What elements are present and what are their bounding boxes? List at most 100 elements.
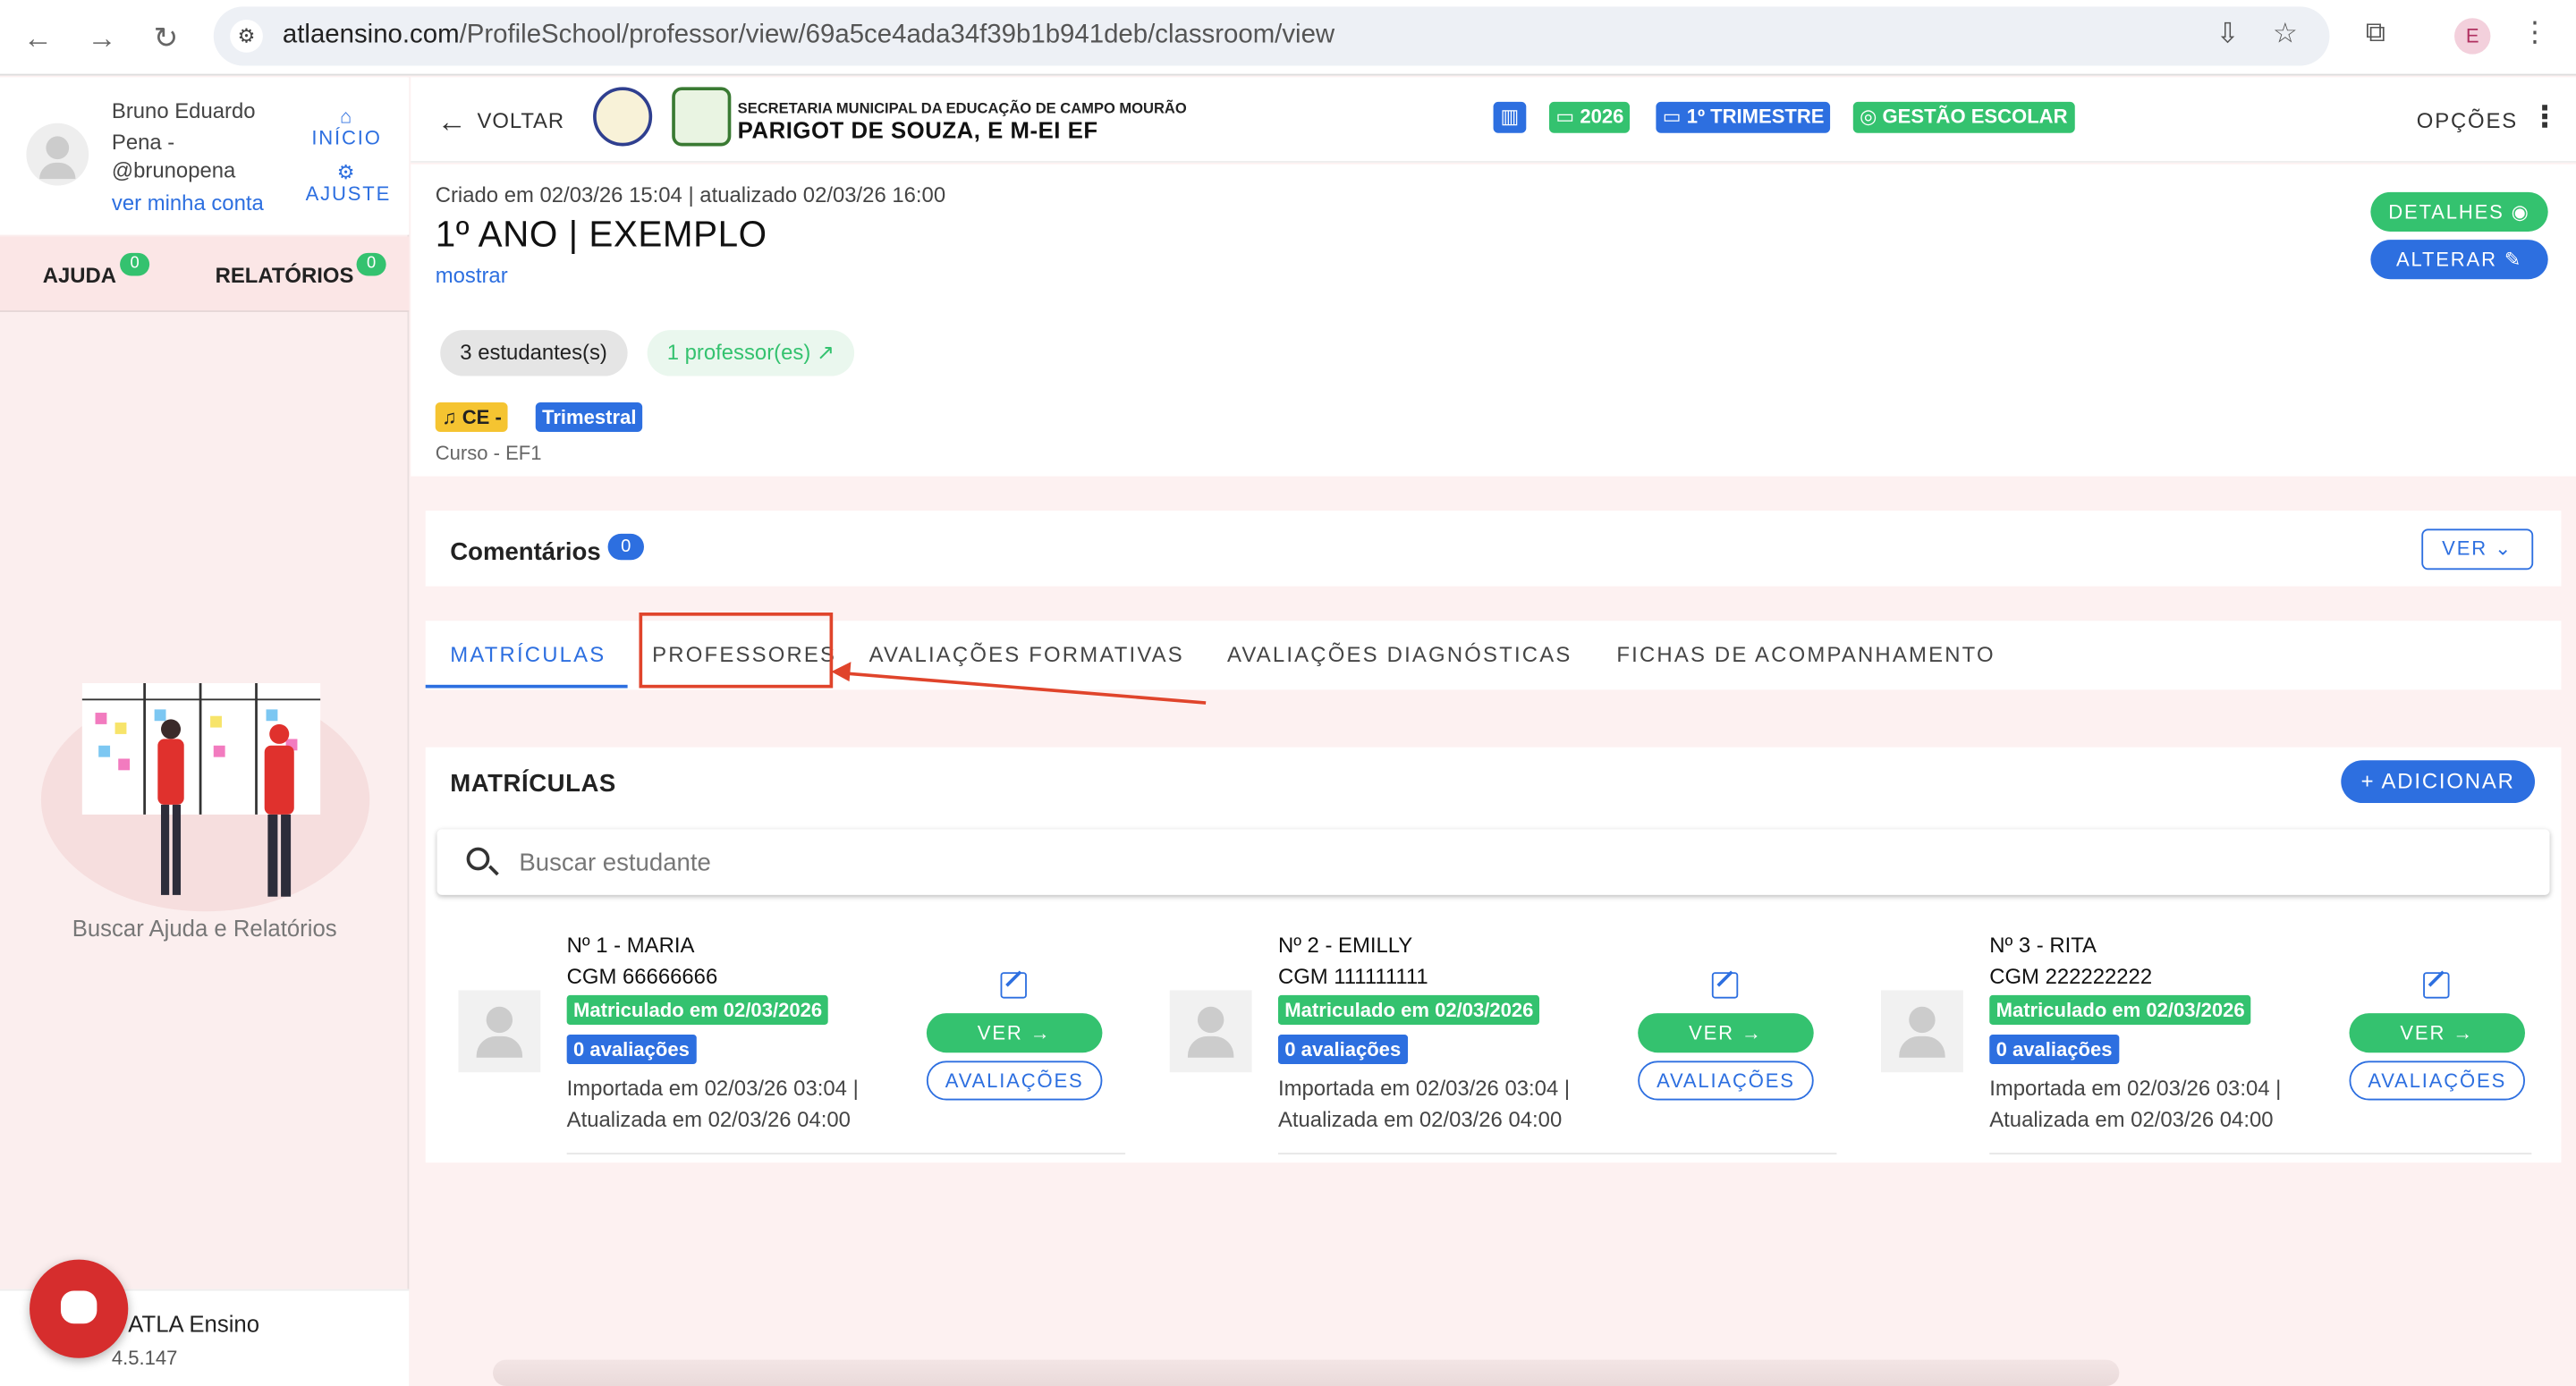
eye-off-icon: ◉ (2511, 200, 2530, 224)
bottom-scroll-shadow (493, 1359, 2120, 1386)
back-label: VOLTAR (477, 108, 565, 133)
view-comments-label: VER (2442, 537, 2488, 561)
reports-count-badge: 0 (356, 252, 386, 276)
comments-section: Comentários 0 VER ⌄ (425, 511, 2562, 587)
term-chip[interactable]: ▭ 1º TRIMESTRE (1656, 101, 1831, 133)
comments-title: Comentários (450, 538, 601, 567)
my-account-link[interactable]: ver minha conta (112, 190, 264, 216)
student-card: Nº 3 - RITA CGM 222222222 Matriculado em… (1848, 928, 2532, 1158)
view-label: VER (977, 1021, 1023, 1045)
view-comments-button[interactable]: VER ⌄ (2421, 528, 2534, 570)
evaluations-count-badge: 0 avaliações (1277, 1034, 1408, 1065)
sidebar-tab-help[interactable]: AJUDA (43, 263, 116, 288)
edit-label: ALTERAR (2395, 248, 2497, 272)
enrollments-title: MATRÍCULAS (450, 770, 616, 799)
enrollments-panel: MATRÍCULAS + ADICIONAR Nº 1 - MARIA CGM … (425, 747, 2562, 1163)
management-chip[interactable]: ◎ GESTÃO ESCOLAR (1852, 101, 2074, 133)
bookmark-star-icon[interactable]: ☆ (2266, 18, 2305, 51)
browser-toolbar: ← → ↻ ⚙ atlaensino.com/ProfileSchool/pro… (0, 0, 2576, 76)
student-evaluations-button[interactable]: AVALIAÇÕES (926, 1061, 1103, 1101)
enrollment-status-badge: Matriculado em 02/03/2026 (566, 994, 829, 1025)
evaluations-count-badge: 0 avaliações (566, 1034, 697, 1065)
student-name: Nº 3 - RITA (1989, 933, 2097, 958)
settings-label: AJUSTE (305, 182, 392, 206)
students-count-pill[interactable]: 3 estudantes(s) (440, 330, 627, 376)
arrow-right-icon: → (1741, 1021, 1763, 1045)
year-chip[interactable]: ▭ 2026 (1549, 101, 1631, 133)
student-avatar (1169, 990, 1252, 1073)
student-name: Nº 1 - MARIA (566, 933, 695, 958)
view-label: VER (1689, 1021, 1734, 1045)
divider (566, 1153, 1126, 1155)
evaluations-count-badge: 0 avaliações (1989, 1034, 2119, 1065)
forward-arrow-icon[interactable]: → (80, 16, 123, 59)
school-crest-logo (672, 87, 732, 147)
arrow-right-icon: → (1030, 1021, 1052, 1045)
show-more-link[interactable]: mostrar (436, 263, 508, 288)
enrollment-status-badge: Matriculado em 02/03/2026 (1277, 994, 1540, 1025)
edit-student-icon[interactable] (1000, 972, 1027, 999)
school-department: SECRETARIA MUNICIPAL DA EDUCAÇÃO DE CAMP… (737, 100, 1187, 117)
profile-avatar[interactable]: E (2454, 18, 2491, 55)
home-nav-link[interactable]: ⌂ INÍCIO (306, 106, 388, 149)
student-avatar (1881, 990, 1963, 1073)
ce-tag-label: CE - (462, 405, 502, 429)
reload-icon[interactable]: ↻ (145, 16, 188, 59)
active-tab-indicator (425, 684, 628, 689)
install-app-icon[interactable]: ⇩ (2208, 18, 2248, 51)
calendar-icon: ▭ (1555, 105, 1575, 129)
plus-icon: + (2360, 768, 2376, 794)
address-bar[interactable]: ⚙ atlaensino.com/ProfileSchool/professor… (213, 6, 2330, 66)
view-student-button[interactable]: VER → (2349, 1013, 2526, 1053)
teachers-count-pill[interactable]: 1 professor(es) ↗ (647, 330, 854, 376)
edit-class-button[interactable]: ALTERAR ✎ (2370, 240, 2548, 280)
imported-date: Importada em 02/03/26 03:04 | (1277, 1075, 1571, 1101)
extensions-icon[interactable]: ⧉ (2356, 16, 2395, 49)
options-button[interactable]: OPÇÕES (2417, 108, 2518, 133)
app-version: 4.5.147 (111, 1346, 178, 1370)
calendar-icon: ▭ (1662, 105, 1682, 129)
settings-nav-link[interactable]: ⚙ AJUSTE (306, 163, 390, 206)
chart-bar-icon[interactable]: ▥ (1493, 101, 1527, 133)
user-name: Bruno Eduardo Pena - (111, 98, 256, 155)
back-arrow-icon[interactable]: ← (16, 16, 59, 59)
highlight-box (639, 613, 834, 689)
user-avatar (26, 123, 89, 186)
kebab-menu-icon[interactable]: ⋮ (2530, 100, 2560, 135)
view-student-button[interactable]: VER → (1638, 1013, 1814, 1053)
divider (1277, 1153, 1837, 1155)
site-settings-icon[interactable]: ⚙ (230, 20, 263, 53)
back-button[interactable]: ← VOLTAR (437, 106, 565, 140)
home-label: INÍCIO (311, 126, 382, 150)
sidebar-tab-reports[interactable]: RELATÓRIOS (216, 263, 354, 288)
enrollment-status-badge: Matriculado em 02/03/2026 (1989, 994, 2252, 1025)
period-tag: Trimestral (535, 401, 643, 432)
school-name: PARIGOT DE SOUZA, E M-EI EF (737, 116, 1098, 143)
student-avatar (458, 990, 541, 1073)
management-label: GESTÃO ESCOLAR (1882, 105, 2068, 129)
user-handle: @brunopena (111, 157, 236, 182)
edit-student-icon[interactable] (1711, 972, 1739, 999)
search-input[interactable] (519, 843, 2491, 881)
ce-tag: ♫ CE - (435, 401, 509, 432)
help-count-badge: 0 (120, 252, 150, 276)
details-button[interactable]: DETALHES ◉ (2370, 191, 2548, 232)
tab-monitoring-sheets[interactable]: FICHAS DE ACOMPANHAMENTO (1616, 642, 1996, 667)
edit-student-icon[interactable] (2423, 972, 2450, 999)
tab-diagnostic-evaluations[interactable]: AVALIAÇÕES DIAGNÓSTICAS (1227, 642, 1572, 667)
tab-enrollments[interactable]: MATRÍCULAS (450, 642, 606, 667)
student-evaluations-button[interactable]: AVALIAÇÕES (2349, 1061, 2526, 1101)
browser-menu-icon[interactable]: ⋮ (2515, 16, 2555, 49)
sidebar: Bruno Eduardo Pena - @brunopena ver minh… (0, 77, 410, 1386)
home-icon: ⌂ (339, 105, 354, 129)
student-cgm: CGM 222222222 (1989, 964, 2153, 989)
student-evaluations-button[interactable]: AVALIAÇÕES (1638, 1061, 1814, 1101)
chat-widget-button[interactable] (30, 1259, 129, 1358)
url-text[interactable]: atlaensino.com/ProfileSchool/professor/v… (283, 21, 1335, 51)
add-student-button[interactable]: + ADICIONAR (2341, 760, 2536, 804)
brand-name: ATLA Ensino (128, 1310, 260, 1337)
view-student-button[interactable]: VER → (926, 1013, 1103, 1053)
search-icon (466, 847, 490, 871)
student-card: Nº 2 - EMILLY CGM 111111111 Matriculado … (1137, 928, 1837, 1158)
user-panel: Bruno Eduardo Pena - @brunopena ver minh… (0, 77, 410, 235)
